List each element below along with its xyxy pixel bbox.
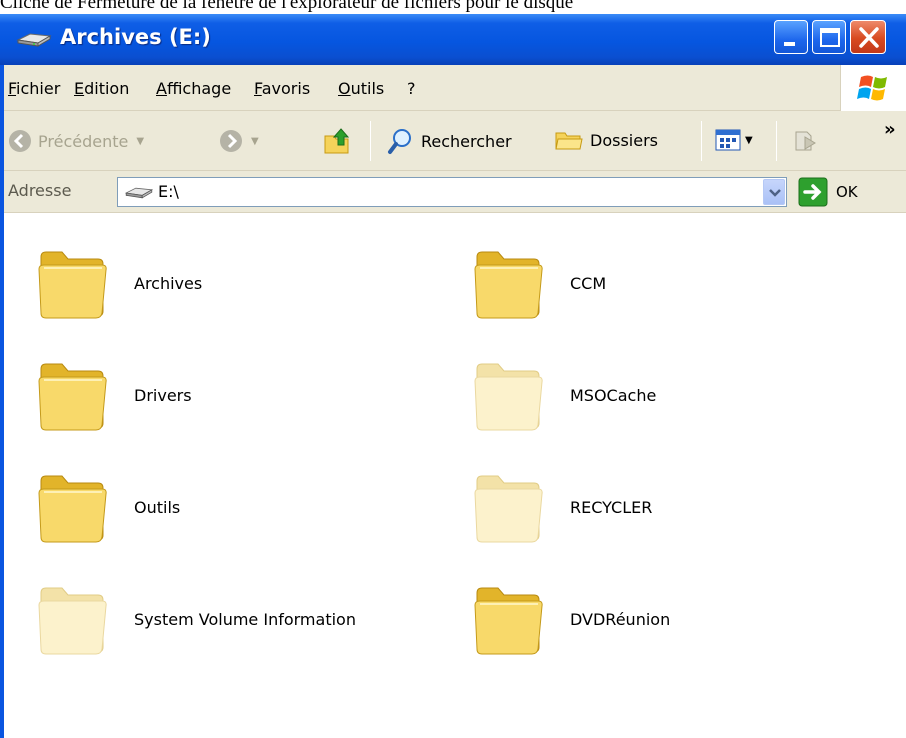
menu-edit[interactable]: Edition [74,79,129,98]
views-icon [715,129,741,151]
folders-label: Dossiers [590,130,658,150]
folder-name: Archives [134,273,203,293]
drive-icon [124,187,154,199]
maximize-icon [820,28,840,47]
address-bar: Adresse E:\ OK [4,171,906,213]
folder-up-icon [324,128,350,154]
folder-name: Drivers [134,385,192,405]
address-dropdown-button[interactable] [763,179,785,205]
address-label: Adresse [8,181,72,200]
toolbar-separator [776,121,777,161]
folder-name: MSOCache [570,385,657,405]
folder-item[interactable]: MSOCache [472,355,656,435]
folder-icon [38,587,107,655]
move-to-icon [795,131,816,151]
search-icon [388,129,411,154]
folders-button[interactable]: Dossiers [554,127,658,153]
close-icon [859,27,879,48]
folder-icon [38,251,107,319]
folder-item[interactable]: DVDRéunion [472,579,670,659]
forward-dropdown-icon[interactable]: ▼ [251,136,259,147]
close-button[interactable] [850,20,886,54]
caption-fragment: Cliché de Fermeture de la fenêtre de l'e… [0,0,574,13]
folder-item[interactable]: Outils [36,467,180,547]
back-arrow-icon [9,130,31,152]
forward-button[interactable]: ▼ [219,129,259,153]
search-label: Rechercher [421,131,512,151]
menu-tools[interactable]: Outils [338,79,384,98]
back-button[interactable]: Précédente ▼ [8,129,144,153]
toolbar-separator [370,121,371,161]
folder-icon [474,475,543,543]
address-input[interactable]: E:\ [117,177,787,207]
address-value: E:\ [158,182,179,201]
folder-icon [38,363,107,431]
folder-item[interactable]: System Volume Information [36,579,356,659]
folder-name: System Volume Information [134,609,356,629]
windows-logo [840,65,906,111]
maximize-button[interactable] [812,20,846,54]
folder-icon [474,587,543,655]
menu-view[interactable]: Affichage [156,79,231,98]
chevron-down-icon [769,189,781,197]
toolbar: Précédente ▼ ▼ Rechercher Dossiers ▼ » [4,111,906,171]
menu-file[interactable]: Fichier [8,79,60,98]
folder-item[interactable]: Archives [36,243,202,323]
folder-name: CCM [570,273,607,293]
views-button[interactable]: ▼ [715,129,753,151]
move-to-button[interactable] [793,127,819,153]
up-folder-button[interactable] [322,125,354,157]
folder-item[interactable]: Drivers [36,355,192,435]
folder-item[interactable]: CCM [472,243,606,323]
menu-favorites[interactable]: Favoris [254,79,310,98]
folder-icon [474,251,543,319]
menu-bar: Fichier Edition Affichage Favoris Outils… [4,65,906,111]
folders-icon [555,132,583,150]
search-button[interactable]: Rechercher [387,127,512,155]
go-button[interactable]: OK [798,177,858,207]
folder-icon [474,363,543,431]
folder-icon [38,475,107,543]
views-dropdown-icon: ▼ [745,134,753,146]
folder-name: RECYCLER [570,497,653,517]
forward-arrow-icon [220,130,242,152]
windows-flag-icon [857,75,887,101]
toolbar-overflow-button[interactable]: » [884,119,896,140]
toolbar-separator [701,121,702,161]
explorer-window: Archives (E:) Fichier Edition Affichage … [0,14,906,738]
title-bar[interactable]: Archives (E:) [0,14,906,65]
window-title: Archives (E:) [60,25,211,49]
back-dropdown-icon[interactable]: ▼ [136,136,144,147]
back-label: Précédente [38,131,129,151]
folder-name: DVDRéunion [570,609,671,629]
minimize-icon [784,42,795,46]
menu-help[interactable]: ? [407,79,416,98]
folder-name: Outils [134,497,181,517]
minimize-button[interactable] [774,20,808,54]
folder-item[interactable]: RECYCLER [472,467,652,547]
go-label: OK [836,183,858,201]
go-arrow-icon [798,177,828,207]
folder-view: Archives CCM Drivers MSOCache Outils REC… [4,213,906,738]
drive-icon [16,33,52,47]
